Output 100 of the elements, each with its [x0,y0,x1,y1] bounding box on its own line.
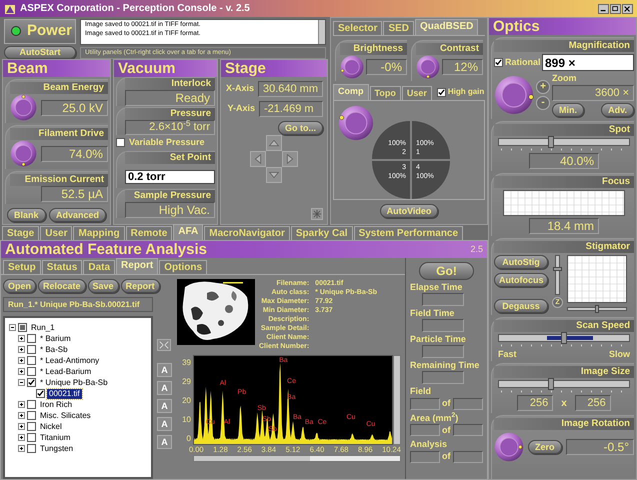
checkbox[interactable] [494,58,503,67]
input-field[interactable]: 0.2 torr [124,170,215,184]
expand-icon[interactable] [18,445,25,452]
zero-button[interactable]: Zero [528,440,562,454]
panel-button[interactable]: Advanced [48,208,106,222]
tab[interactable]: AFA [173,224,204,240]
checkbox[interactable] [27,334,36,343]
collapse-icon[interactable] [9,324,16,331]
increase-button[interactable]: + [536,80,550,94]
tree-item[interactable]: * Lead-Barium [38,366,94,376]
tab[interactable]: Sparky Cal [290,226,353,240]
checkbox[interactable] [27,378,36,387]
checkbox[interactable] [36,389,45,398]
stigmator-button[interactable]: AutoStig [494,255,548,269]
scrollbar[interactable] [393,355,401,445]
stigmator-grid[interactable] [567,255,627,303]
tab[interactable]: Options [159,260,208,274]
tool-button[interactable]: A [157,417,172,431]
expand-icon[interactable] [18,346,25,353]
toolbar-button[interactable]: Relocate [38,279,86,293]
tab[interactable]: Topo [370,86,401,100]
toolbar-button[interactable]: Open [3,279,36,293]
tab[interactable]: User [40,226,72,240]
slider-thumb[interactable] [595,305,599,313]
knob[interactable] [10,94,37,121]
tree-item[interactable]: Nickel [38,422,64,432]
zoom-fit-icon[interactable] [157,339,171,351]
checkbox[interactable] [27,356,36,365]
tab[interactable]: Remote [126,226,172,240]
checkbox[interactable] [116,138,125,148]
panel-button[interactable]: Blank [7,208,46,222]
tab[interactable]: Status [42,260,82,274]
scrollbar[interactable] [318,20,325,44]
tree-item[interactable]: * Unique Pb-Ba-Sb [38,378,110,388]
tab[interactable]: User [402,86,432,100]
checkbox[interactable] [27,433,36,442]
stigmator-button[interactable]: Autofocus [494,273,548,287]
slider-track[interactable] [498,334,630,342]
tab[interactable]: Mapping [73,226,125,240]
arrow-up-button[interactable] [266,135,282,151]
tab[interactable]: Selector [333,21,382,35]
tree-item[interactable]: * Lead-Antimony [38,356,102,366]
tool-button[interactable]: A [157,363,172,377]
knob[interactable] [10,140,37,167]
knob[interactable] [338,105,374,141]
checkbox[interactable] [27,422,36,431]
tab[interactable]: MacroNavigator [204,226,290,240]
tree-item[interactable]: Run_1 [29,322,57,332]
tab[interactable]: Report [116,258,158,274]
knob[interactable] [494,75,534,115]
tab[interactable]: SED [383,21,414,35]
checkbox[interactable] [27,411,36,420]
tool-button[interactable]: A [157,381,172,395]
checkbox[interactable] [27,345,36,354]
tool-button[interactable]: A [157,435,172,449]
tree-item[interactable]: * Barium [38,334,73,344]
autovideo-button[interactable]: AutoVideo [380,204,438,218]
tab[interactable]: Setup [3,260,41,274]
tab[interactable]: QuadBSED [415,19,478,35]
zoom-button[interactable]: Min. [552,103,584,117]
tree-item[interactable]: * Ba-Sb [38,344,70,354]
expand-icon[interactable] [18,412,25,419]
slider-thumb[interactable] [553,267,562,272]
tree-item[interactable]: 00021.tif [47,388,82,398]
knob[interactable] [416,55,440,79]
autostart-button[interactable]: AutoStart [4,46,76,59]
zoom-button[interactable]: Adv. [601,103,634,117]
slider-track[interactable] [498,380,630,388]
go-button[interactable]: Go! [419,262,474,280]
slider-thumb[interactable] [561,332,567,344]
expand-icon[interactable] [18,434,25,441]
slider-thumb[interactable] [548,136,554,148]
tab[interactable]: System Performance [354,226,464,240]
knob[interactable] [340,55,364,79]
tab[interactable]: Comp [333,84,368,100]
arrow-down-button[interactable] [266,167,282,183]
close-icon[interactable] [622,4,633,14]
expand-icon[interactable] [18,335,25,342]
expand-icon[interactable] [18,368,25,375]
expand-icon[interactable] [18,357,25,364]
slider-track[interactable] [498,138,630,146]
slider-track[interactable] [567,307,627,311]
magnification-field[interactable]: 899 × [542,54,634,71]
goto-button[interactable]: Go to... [278,121,323,135]
tab[interactable]: Data [83,260,116,274]
tree-item[interactable]: Tungsten [38,444,76,454]
checkbox[interactable] [27,444,36,453]
stigmator-button[interactable]: Degauss [494,299,548,313]
center-icon[interactable] [311,208,323,220]
minimize-icon[interactable] [598,4,609,14]
tree-item[interactable]: Iron Rich [38,400,74,410]
checkbox[interactable] [18,323,27,332]
knob[interactable] [494,432,524,462]
checkbox[interactable] [27,367,36,376]
arrow-right-button[interactable] [282,151,298,167]
expand-icon[interactable] [18,401,25,408]
arrow-left-button[interactable] [250,151,266,167]
tree-item[interactable]: Titanium [38,432,72,442]
tool-button[interactable]: A [157,399,172,413]
scrollbar[interactable] [193,455,401,462]
